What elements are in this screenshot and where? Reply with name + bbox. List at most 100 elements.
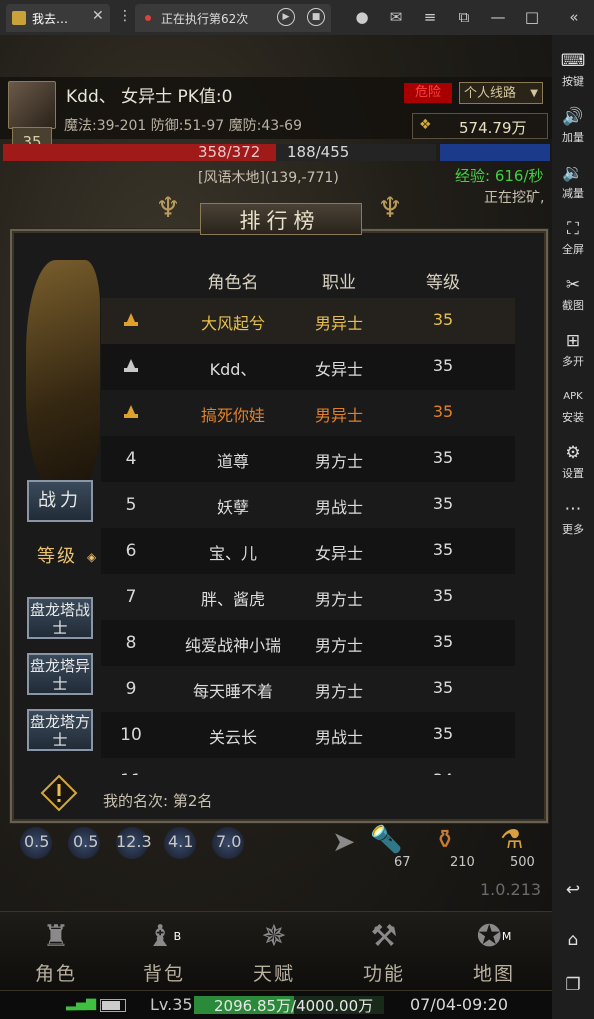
- nav-bag[interactable]: ♝B 背包: [112, 915, 216, 989]
- ranking-table[interactable]: 角色名 职业 等级 大风起兮 男异士 35 Kdd、 女异士 35 搞死你娃 男异士 35 4 道尊…: [101, 260, 515, 775]
- tab-combat-power[interactable]: 战力: [27, 480, 93, 522]
- player-name: Kdd、: [209, 360, 257, 379]
- minimize-icon[interactable]: —: [488, 8, 508, 26]
- player-class: 男方士: [314, 590, 363, 609]
- nav-map[interactable]: ✪M 地图: [442, 915, 546, 989]
- nav-character[interactable]: ♜ 角色: [4, 915, 108, 989]
- app-tab-title: 我去…: [32, 12, 69, 26]
- sidebar-label: 设置: [562, 467, 584, 480]
- potion-count: 500: [510, 855, 535, 870]
- gold-value: 574.79万: [459, 119, 527, 137]
- player-level-cell: 35: [432, 586, 454, 605]
- sidebar-label: 多开: [562, 355, 584, 368]
- player-level-cell: 35: [432, 632, 454, 651]
- character-icon: ♜: [42, 919, 70, 954]
- nav-function[interactable]: ⚒ 功能: [332, 915, 436, 989]
- stop-icon[interactable]: ■: [307, 8, 325, 26]
- game-screen: 35 Kdd、 女异士 PK值:0 魔法:39-201 防御:51-97 魔防:…: [0, 35, 552, 1019]
- sidebar-label: 更多: [562, 523, 584, 536]
- buff-timer: 4.1: [168, 832, 194, 851]
- potion-icon[interactable]: ⚗: [500, 825, 523, 855]
- rank-number: 7: [125, 587, 137, 607]
- table-row[interactable]: 7 胖、酱虎 男方士 35: [101, 574, 515, 620]
- tab-menu-icon[interactable]: ⋮: [118, 8, 132, 24]
- player-level: Lv.35: [150, 995, 193, 1014]
- play-icon[interactable]: ▶: [277, 8, 295, 26]
- gold-icon: ❖: [419, 117, 432, 133]
- table-row[interactable]: 搞死你娃 男异士 35: [101, 390, 515, 436]
- collapse-sidebar-icon[interactable]: «: [564, 8, 584, 26]
- warning-icon[interactable]: [40, 774, 78, 812]
- map-badge: M: [501, 930, 512, 943]
- exp-rate: 经验: 616/秒: [455, 167, 544, 185]
- torch-icon[interactable]: 🔦: [370, 825, 402, 855]
- sidebar-item-screenshot[interactable]: ✂ 截图: [552, 275, 594, 313]
- player-class: 男异士: [299, 770, 379, 775]
- table-row[interactable]: 4 道尊 男方士 35: [101, 436, 515, 482]
- dragon-ornament-icon: ♆: [377, 191, 403, 224]
- back-icon: ↩: [565, 880, 581, 900]
- player-level-cell: 34: [403, 770, 483, 775]
- buff-timer: 0.5: [24, 832, 50, 851]
- expand-arrow-icon[interactable]: ➤: [332, 825, 355, 858]
- tab-tower-mage[interactable]: 盘龙塔方士: [27, 709, 93, 751]
- bag-icon: ♝B: [146, 919, 182, 954]
- user-icon[interactable]: ●: [352, 8, 372, 26]
- home-button[interactable]: ⌂: [552, 930, 594, 950]
- sidebar-item-fullscreen[interactable]: ⛶ 全屏: [552, 219, 594, 257]
- player-name: 浮华: [163, 770, 303, 775]
- player-level-cell: 35: [432, 448, 454, 467]
- mail-icon[interactable]: ✉: [386, 8, 406, 26]
- recents-icon: ❐: [565, 975, 581, 995]
- table-row[interactable]: 6 宝、儿 女异士 35: [101, 528, 515, 574]
- route-select[interactable]: 个人线路 ▼: [459, 82, 543, 104]
- header-job: 职业: [322, 273, 356, 293]
- tab-tower-warrior[interactable]: 盘龙塔战士: [27, 597, 93, 639]
- version-label: 1.0.213: [480, 880, 542, 899]
- maximize-icon[interactable]: □: [522, 8, 542, 26]
- popout-icon[interactable]: ⧉: [454, 8, 474, 26]
- rank-medal-icon: [124, 405, 138, 418]
- app-tab[interactable]: 我去… ✕: [6, 4, 110, 32]
- table-row[interactable]: Kdd、 女异士 35: [101, 344, 515, 390]
- back-button[interactable]: ↩: [552, 880, 594, 900]
- table-row[interactable]: 5 妖孽 男战士 35: [101, 482, 515, 528]
- sidebar-item-settings[interactable]: ⚙ 设置: [552, 443, 594, 481]
- buff-timer: 0.5: [73, 832, 99, 851]
- rank-medal-icon: [124, 313, 138, 326]
- bag-item-icon[interactable]: ⚱: [434, 825, 456, 855]
- player-level-cell: 35: [432, 724, 454, 743]
- sidebar-item-multi[interactable]: ⊞ 多开: [552, 331, 594, 369]
- player-class: 女异士: [314, 360, 363, 379]
- script-tab[interactable]: 正在执行第62次 ▶ ■: [135, 4, 331, 32]
- player-class: 男方士: [314, 452, 363, 471]
- hp-value: 358/372: [198, 143, 261, 161]
- sidebar-item-volume-up[interactable]: 🔊 加量: [552, 107, 594, 145]
- table-row[interactable]: 大风起兮 男异士 35: [101, 298, 515, 344]
- table-row[interactable]: 9 每天睡不着 男方士 35: [101, 666, 515, 712]
- nav-talent[interactable]: ✵ 天赋: [222, 915, 326, 989]
- table-row[interactable]: 8 纯爱战神小瑞 男方士 35: [101, 620, 515, 666]
- avatar[interactable]: [8, 81, 56, 129]
- table-row[interactable]: 11 浮华男异士 34: [101, 758, 515, 775]
- close-tab-icon[interactable]: ✕: [92, 8, 104, 24]
- recents-button[interactable]: ❐: [552, 975, 594, 995]
- nav-talent-label: 天赋: [252, 963, 295, 985]
- table-row[interactable]: 10 关云长 男战士 35: [101, 712, 515, 758]
- rank-number: 11: [119, 771, 143, 775]
- tab-level[interactable]: 等级 ◈: [27, 535, 97, 579]
- sidebar-item-more[interactable]: ⋯ 更多: [552, 499, 594, 537]
- sidebar-label: 全屏: [562, 243, 584, 256]
- panel-title: 排行榜: [239, 209, 321, 233]
- tab-tower-alien[interactable]: 盘龙塔异士: [27, 653, 93, 695]
- rank-number: 9: [125, 679, 137, 699]
- sidebar-item-install[interactable]: APK 安装: [552, 387, 594, 425]
- player-level-cell: 35: [432, 356, 454, 375]
- buff-timer: 7.0: [216, 832, 242, 851]
- menu-icon[interactable]: ≡: [420, 8, 440, 26]
- player-level-cell: 35: [432, 310, 454, 329]
- rank-medal-icon: [124, 359, 138, 372]
- sidebar-item-volume-down[interactable]: 🔉 减量: [552, 163, 594, 201]
- rank-number: 8: [125, 633, 137, 653]
- sidebar-item-keys[interactable]: ⌨ 按键: [552, 51, 594, 89]
